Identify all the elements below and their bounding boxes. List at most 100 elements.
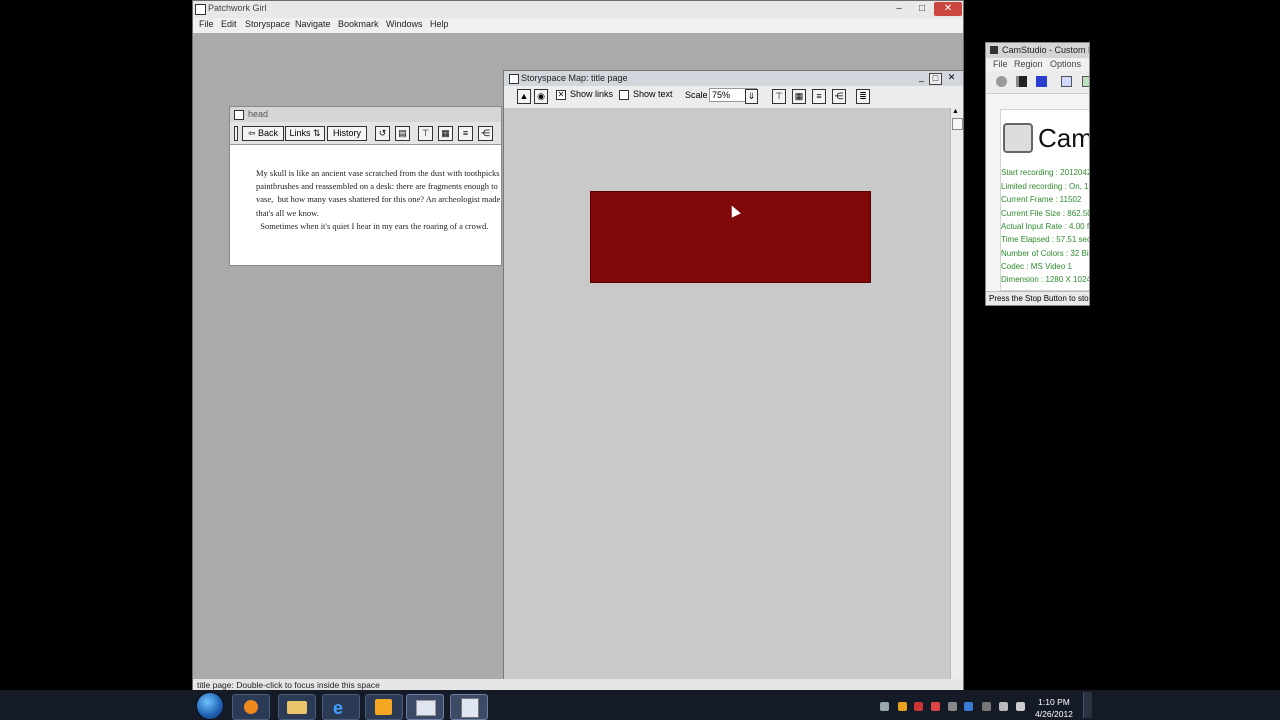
chart-view-icon[interactable]: ⋲ [832,89,846,104]
close-button[interactable]: ✕ [934,2,962,16]
history-button[interactable]: History [327,126,367,141]
stat-input-rate: Actual Input Rate : 4.00 fp [1001,222,1090,231]
storyspace-map-window: Storyspace Map: title page _ □ ✕ ▲ ◉ ✕ S… [503,70,964,711]
back-label: Back [258,128,279,138]
outlook-icon[interactable] [365,694,403,720]
menu-help[interactable]: Help [430,19,449,29]
menu-storyspace[interactable]: Storyspace [245,19,290,29]
show-text-label: Show text [633,89,673,99]
vertical-scroll-thumb[interactable] [952,118,963,130]
camstudio-titlebar[interactable]: CamStudio - Custom Bu [986,43,1090,58]
tray-alert-icon[interactable] [898,702,907,711]
maximize-button[interactable]: □ [911,2,933,16]
links-label: Links [289,128,311,138]
map-view-icon[interactable]: ⊤ [418,126,433,141]
scale-value: 75% [712,90,731,100]
head-title: head [248,109,269,119]
patchwork-girl-window: Patchwork Girl – □ ✕ File Edit Storyspac… [192,0,964,711]
camstudio-status: Press the Stop Button to sto [986,291,1089,305]
map-window-icon [509,74,519,84]
head-body-text[interactable]: My skull is like an ancient vase scratch… [256,167,500,233]
note-icon[interactable]: ▤ [395,126,410,141]
stat-colors: Number of Colors : 32 Bits [1001,249,1090,258]
head-writing-space: head ⇦ Back Links ⇅ History ↺ ▤ ⊤ ▦ ≡ ⋲ … [229,106,502,266]
map-view-icon[interactable]: ⊤ [772,89,786,104]
stat-current-frame: Current Frame : 11502 [1001,195,1082,204]
scroll-up-icon[interactable]: ▲ [952,108,959,115]
tray-show-icon[interactable] [880,702,889,711]
back-arrow-icon: ⇦ [247,128,259,138]
record-icon[interactable] [996,76,1007,87]
map-close-button[interactable]: ✕ [946,73,957,83]
show-desktop-button[interactable] [1083,692,1092,718]
media-player-icon[interactable] [232,694,270,720]
app-window-icon[interactable] [406,694,444,720]
taskbar-clock[interactable]: 1:10 PM 4/26/2012 [1028,696,1080,720]
tray-device-icon[interactable] [982,702,991,711]
menu-bookmark[interactable]: Bookmark [338,19,379,29]
camstudio-toolbar [986,71,1089,94]
back-button[interactable]: ⇦ Back [242,126,284,141]
menu-edit[interactable]: Edit [221,19,237,29]
head-titlebar[interactable]: head [230,107,501,122]
show-links-label: Show links [570,89,614,99]
internet-explorer-icon[interactable]: e [322,694,360,720]
stop-icon[interactable] [1036,76,1047,87]
vertical-scrollbar[interactable]: ▲ ▼ [950,108,963,698]
up-arrow-icon[interactable]: ▲ [517,89,531,104]
app-titlebar[interactable]: Patchwork Girl – □ ✕ [193,1,963,18]
stat-file-size: Current File Size : 862.50 M [1001,209,1090,218]
chart-view-icon[interactable]: ⋲ [478,126,493,141]
stat-limited-recording: Limited recording : On, 175 [1001,182,1090,191]
menu-windows[interactable]: Windows [386,19,423,29]
cam-menu-options[interactable]: Options [1050,59,1081,69]
tray-network-icon[interactable] [964,702,973,711]
options-icon[interactable] [1082,76,1089,87]
tray-volume-icon[interactable] [1016,702,1025,711]
link-tool-icon[interactable]: ↺ [375,126,390,141]
stat-codec: Codec : MS Video 1 [1001,262,1073,271]
camstudio-window: CamStudio - Custom Bu File Region Option… [985,42,1090,306]
minimize-button[interactable]: – [888,2,910,16]
map-minimize-button[interactable]: _ [916,73,927,83]
start-button-icon[interactable] [196,692,224,720]
clock-date: 4/26/2012 [1035,709,1073,719]
app-title: Patchwork Girl [208,3,267,13]
calculator-icon[interactable] [450,694,488,720]
treemap-view-icon[interactable]: ▦ [792,89,806,104]
explorer-folder-icon[interactable] [278,694,316,720]
scale-label: Scale [685,90,708,100]
menubar: File Edit Storyspace Navigate Bookmark W… [193,18,963,33]
menu-navigate[interactable]: Navigate [295,19,331,29]
clock-time: 1:10 PM [1038,697,1070,707]
camstudio-title: CamStudio - Custom Bu [1002,45,1090,55]
scale-dropdown-icon[interactable]: ⇓ [745,89,758,104]
map-canvas[interactable] [504,108,949,698]
head-toolbar: ⇦ Back Links ⇅ History ↺ ▤ ⊤ ▦ ≡ ⋲ [230,122,501,145]
tray-app-icon[interactable] [948,702,957,711]
tray-mail-icon[interactable] [914,702,923,711]
map-titlebar[interactable]: Storyspace Map: title page _ □ ✕ [504,71,963,86]
resize-handle[interactable] [234,126,238,141]
stat-time-elapsed: Time Elapsed : 57.51 sec [1001,235,1090,244]
pause-icon[interactable] [1016,76,1027,87]
map-maximize-button[interactable]: □ [929,73,942,85]
show-links-checkbox[interactable]: ✕ [556,90,566,100]
treemap-view-icon[interactable]: ▦ [438,126,453,141]
text-view-icon[interactable]: ≣ [856,89,870,104]
links-menu-icon: ⇅ [310,128,321,138]
tray-flag-icon[interactable] [999,702,1008,711]
cam-menu-file[interactable]: File [993,59,1008,69]
tray-acrobat-icon[interactable] [931,702,940,711]
outline-view-icon[interactable]: ≡ [812,89,826,104]
map-title: Storyspace Map: title page [521,73,628,83]
camstudio-menubar: File Region Options [986,58,1089,71]
links-button[interactable]: Links ⇅ [285,126,325,141]
cam-menu-region[interactable]: Region [1014,59,1043,69]
document-icon [234,110,244,120]
region-icon[interactable] [1061,76,1072,87]
menu-file[interactable]: File [199,19,214,29]
outline-view-icon[interactable]: ≡ [458,126,473,141]
target-icon[interactable]: ◉ [534,89,548,104]
show-text-checkbox[interactable] [619,90,629,100]
